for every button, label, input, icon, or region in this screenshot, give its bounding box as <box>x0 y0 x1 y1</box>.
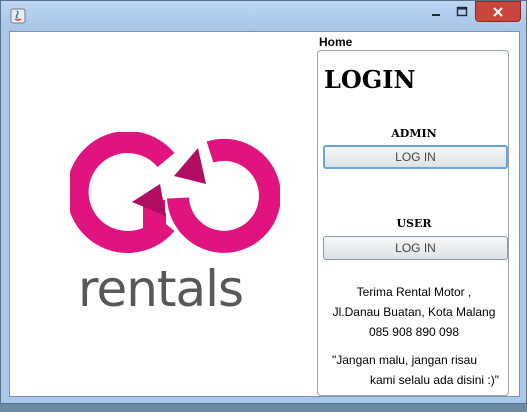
home-label: Home <box>319 35 353 49</box>
maximize-icon <box>456 6 468 17</box>
main-content: rentals Home LOGIN ADMIN LOG IN USER LOG… <box>9 31 520 397</box>
info-line-name: Terima Rental Motor , <box>356 285 472 299</box>
admin-login-button[interactable]: LOG IN <box>323 145 508 169</box>
right-panel: Home LOGIN ADMIN LOG IN USER LOG IN Teri… <box>314 32 514 398</box>
quote-line-1: "Jangan malu, jangan risau <box>332 353 478 367</box>
login-panel: LOGIN ADMIN LOG IN USER LOG IN Terima Re… <box>317 50 509 396</box>
minimize-icon <box>432 14 440 16</box>
login-title: LOGIN <box>324 65 416 94</box>
user-label: USER <box>396 217 432 230</box>
logo-wordmark: rentals <box>78 260 244 318</box>
title-bar[interactable] <box>1 1 526 31</box>
app-window: rentals Home LOGIN ADMIN LOG IN USER LOG… <box>0 0 527 404</box>
java-app-icon <box>10 8 26 24</box>
maximize-button[interactable] <box>449 2 475 22</box>
close-icon <box>493 6 503 17</box>
admin-label: ADMIN <box>391 127 437 140</box>
info-line-phone: 085 908 890 098 <box>368 325 460 339</box>
close-button[interactable] <box>475 1 521 22</box>
minimize-button[interactable] <box>423 2 449 22</box>
user-login-button[interactable]: LOG IN <box>323 236 508 260</box>
quote-line-2: kami selalu ada disini :)" <box>370 373 499 387</box>
info-line-address: Jl.Danau Buatan, Kota Malang <box>332 305 496 319</box>
go-logo-icon <box>66 131 281 253</box>
